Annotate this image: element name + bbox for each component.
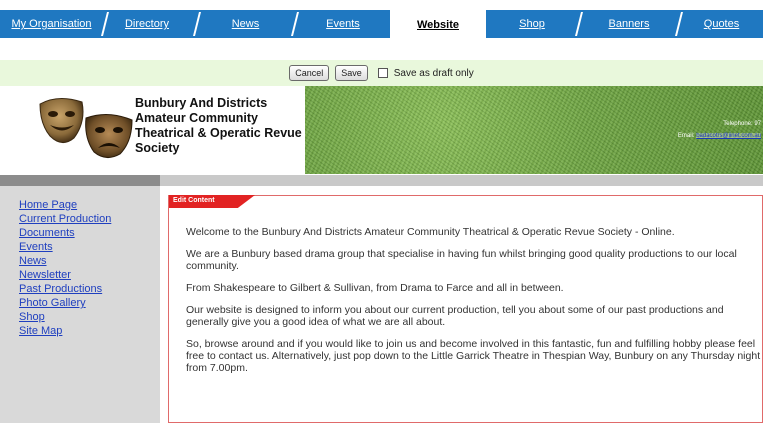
sidebar-item-site-map[interactable]: Site Map xyxy=(19,324,160,338)
save-as-draft-label: Save as draft only xyxy=(393,67,474,79)
tab-shop[interactable]: Shop xyxy=(488,12,576,36)
content-paragraph: Welcome to the Bunbury And Districts Ama… xyxy=(186,226,675,238)
email-label: Email: xyxy=(677,133,695,139)
content-paragraph: We are a Bunbury based drama group that … xyxy=(186,248,737,272)
sidebar-header-divider xyxy=(0,175,160,186)
sidebar-item-photo-gallery[interactable]: Photo Gallery xyxy=(19,296,160,310)
sidebar-item-current-production[interactable]: Current Production xyxy=(19,212,160,226)
theatre-masks-logo xyxy=(39,98,133,158)
tab-bar-bottom-edge xyxy=(0,38,763,40)
email-link[interactable]: badacotrs@iinet.com.au xyxy=(696,133,761,139)
sidebar-item-shop[interactable]: Shop xyxy=(19,310,160,324)
grass-banner-image: Telephone: 97 Email: badacotrs@iinet.com… xyxy=(305,86,763,174)
content-paragraph: Our website is designed to inform you ab… xyxy=(186,304,724,328)
tab-banners[interactable]: Banners xyxy=(580,12,678,36)
organisation-name: Bunbury And Districts Amateur Community … xyxy=(135,96,302,155)
tab-bar: My Organisation Directory News Events We… xyxy=(0,0,763,40)
content-header-divider xyxy=(160,175,763,186)
content-paragraph: So, browse around and if you would like … xyxy=(186,338,761,374)
site-banner: Bunbury And Districts Amateur Community … xyxy=(18,86,763,174)
action-bar: Cancel Save Save as draft only xyxy=(0,60,763,86)
editable-content-area[interactable]: Edit Content Welcome to the Bunbury And … xyxy=(168,195,763,423)
save-button[interactable]: Save xyxy=(335,65,368,81)
sidebar-nav: Home Page Current Production Documents E… xyxy=(0,186,160,423)
sidebar-item-news[interactable]: News xyxy=(19,254,160,268)
email-line: Email: badacotrs@iinet.com.au xyxy=(678,133,761,139)
tab-events[interactable]: Events xyxy=(296,12,390,36)
tab-quotes[interactable]: Quotes xyxy=(680,12,763,36)
tab-my-organisation[interactable]: My Organisation xyxy=(0,12,103,36)
sidebar-item-documents[interactable]: Documents xyxy=(19,226,160,240)
sidebar-item-newsletter[interactable]: Newsletter xyxy=(19,268,160,282)
sidebar-item-home-page[interactable]: Home Page xyxy=(19,198,160,212)
sidebar-item-past-productions[interactable]: Past Productions xyxy=(19,282,160,296)
tab-website[interactable]: Website xyxy=(390,10,486,40)
edit-content-tag[interactable]: Edit Content xyxy=(169,195,255,208)
cancel-button[interactable]: Cancel xyxy=(289,65,330,81)
content-paragraph: From Shakespeare to Gilbert & Sullivan, … xyxy=(186,282,564,294)
content-body: Welcome to the Bunbury And Districts Ama… xyxy=(186,226,761,384)
sidebar-item-events[interactable]: Events xyxy=(19,240,160,254)
tab-directory[interactable]: Directory xyxy=(106,12,188,36)
save-as-draft-checkbox[interactable] xyxy=(377,68,388,78)
tab-news[interactable]: News xyxy=(198,12,293,36)
telephone-label: Telephone: 97 xyxy=(723,121,761,127)
